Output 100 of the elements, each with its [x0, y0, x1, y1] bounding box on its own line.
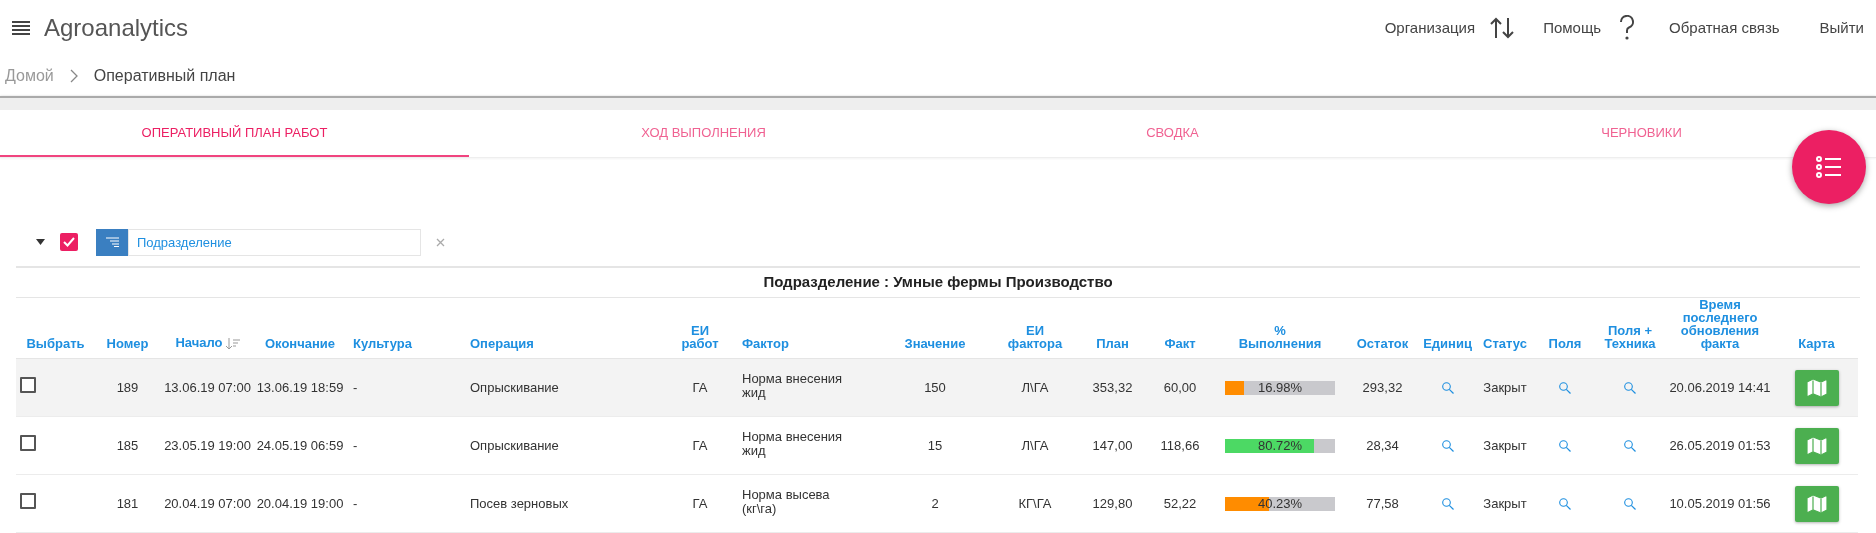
list-button[interactable] [1792, 130, 1866, 204]
search-icon[interactable] [1441, 382, 1454, 395]
map-icon [1806, 436, 1827, 455]
tab[interactable]: ХОД ВЫПОЛНЕНИЯ [469, 110, 938, 157]
table-cell: ГА [692, 496, 708, 511]
table-cell-text: Норма внесения жид [742, 430, 844, 459]
percent-label: 80.72% [1257, 438, 1303, 453]
table-cell: 129,80 [1092, 496, 1133, 511]
table-cell: 150 [924, 380, 946, 395]
column-header: Единиц [1423, 337, 1472, 350]
search-icon[interactable] [1559, 498, 1571, 511]
column-header: Факт [1164, 337, 1196, 350]
table-cell: Л\ГА [1021, 438, 1049, 453]
table-cell: 118,66 [1160, 438, 1200, 453]
expand-toggle[interactable] [34, 239, 46, 245]
table-cell: Закрыт [1483, 380, 1527, 395]
search-icon[interactable] [1624, 498, 1636, 511]
table-cell: 353,32 [1092, 380, 1133, 395]
table-cell: 2 [931, 496, 939, 511]
table-cell: 13.06.19 07:00 [164, 380, 251, 395]
table-cell: 147,00 [1092, 438, 1133, 453]
app-title: Agroanalytics [44, 13, 189, 43]
table-cell: Посев зерновых [470, 496, 569, 511]
percent-label: 16.98% [1257, 380, 1303, 395]
table-cell: 181 [116, 496, 139, 511]
group-field[interactable]: Подразделение [128, 228, 421, 256]
column-header: Значение [904, 337, 966, 350]
group-button[interactable] [96, 228, 128, 256]
column-header: % Выполнения [1238, 324, 1322, 350]
column-header: Операция [470, 337, 534, 350]
table-cell: Опрыскивание [470, 380, 559, 395]
search-icon[interactable] [1624, 382, 1636, 395]
search-icon[interactable] [1441, 498, 1454, 511]
tab[interactable]: СВОДКА [938, 110, 1407, 157]
table-cell: - [353, 380, 358, 395]
table-cell: Л\ГА [1021, 380, 1049, 395]
map-button[interactable] [1794, 369, 1839, 406]
table-cell: Закрыт [1483, 438, 1527, 453]
search-icon[interactable] [1441, 440, 1454, 453]
map-button[interactable] [1794, 485, 1839, 522]
table-cell: 15 [927, 438, 943, 453]
search-icon[interactable] [1624, 440, 1636, 453]
checkbox[interactable] [20, 376, 36, 393]
table-cell: 10.05.2019 01:56 [1669, 496, 1771, 511]
table-cell: 13.06.19 18:59 [256, 380, 344, 395]
table-cell: 185 [116, 438, 139, 453]
tab[interactable]: ОПЕРАТИВНЫЙ ПЛАН РАБОТ [0, 110, 469, 157]
breadcrumb-link[interactable]: Домой [5, 64, 54, 88]
checkbox[interactable] [60, 233, 78, 251]
table-cell: 60,00 [1163, 380, 1197, 395]
table-cell: 189 [116, 380, 139, 395]
column-header: Выбрать [26, 337, 85, 350]
group-title: Подразделение : Умные фермы Производство [763, 272, 1113, 293]
table-cell: 23.05.19 19:00 [164, 438, 251, 453]
column-header: План [1096, 337, 1129, 350]
help-icon[interactable] [1619, 15, 1636, 41]
table-cell: Опрыскивание [470, 438, 559, 453]
menu-link[interactable]: Помощь [1543, 16, 1602, 40]
column-header[interactable]: Начало [175, 336, 223, 350]
search-icon[interactable] [1559, 440, 1571, 453]
table-cell: ГА [692, 438, 708, 453]
table-cell: 77,58 [1366, 496, 1399, 511]
column-header: Остаток [1356, 337, 1409, 350]
menu-link[interactable]: Выйти [1819, 16, 1864, 40]
table-cell-text: Норма внесения жид [742, 372, 844, 401]
table-cell: КГ\ГА [1018, 496, 1052, 511]
table-cell: ГА [692, 380, 708, 395]
search-icon[interactable] [1559, 382, 1571, 395]
map-button[interactable] [1794, 427, 1839, 464]
menu-link[interactable]: Обратная связь [1669, 16, 1780, 40]
table-cell: 28,34 [1366, 438, 1399, 453]
list-icon [1816, 156, 1842, 178]
current-page: Оперативный план [93, 66, 236, 86]
sort-icon[interactable] [225, 338, 240, 350]
column-header: Окончание [264, 337, 336, 350]
column-header: Поля + Техника [1604, 324, 1656, 350]
column-header: Статус [1483, 337, 1527, 350]
close-icon[interactable] [436, 237, 445, 247]
chevron-icon [69, 69, 78, 83]
lines-icon [105, 237, 119, 247]
checkbox[interactable] [20, 434, 36, 451]
table-cell: 52,22 [1163, 496, 1197, 511]
menu-link[interactable]: Организация [1384, 16, 1476, 40]
table-cell: Закрыт [1483, 496, 1527, 511]
table-cell: 20.04.19 07:00 [164, 496, 251, 511]
menu-icon[interactable] [12, 21, 30, 35]
swap-icon[interactable] [1489, 16, 1516, 40]
table-cell: 293,32 [1362, 380, 1403, 395]
table-cell-text: Норма высева (кг\га) [742, 488, 831, 517]
tab[interactable]: ЧЕРНОВИКИ [1407, 110, 1876, 157]
table-cell: 24.05.19 06:59 [256, 438, 344, 453]
column-header: ЕИ работ [681, 324, 719, 350]
table-cell: 20.04.19 19:00 [256, 496, 344, 511]
column-header: Фактор [742, 337, 789, 350]
checkbox[interactable] [20, 492, 36, 509]
column-header: Время последнего обновления факта [1680, 298, 1760, 350]
map-icon [1806, 494, 1827, 513]
column-header: ЕИ фактора [1007, 324, 1063, 350]
column-header: Поля [1548, 337, 1582, 350]
table-cell: 20.06.2019 14:41 [1669, 380, 1771, 395]
